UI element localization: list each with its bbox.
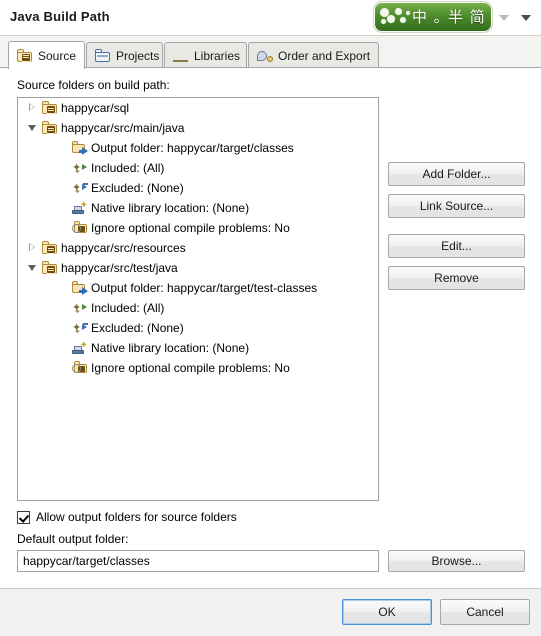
tree-row-label: Native library location: (None) — [91, 201, 250, 215]
tree-row[interactable]: ✦ ✦ Excluded: (None) — [18, 318, 378, 338]
output-folder-icon — [72, 280, 88, 296]
page-title: Java Build Path — [10, 9, 110, 24]
tree-row[interactable]: Output folder: happycar/target/classes — [18, 138, 378, 158]
chevron-down-icon-right[interactable] — [521, 15, 531, 21]
tree-row[interactable]: ✦ ✦ Excluded: (None) — [18, 178, 378, 198]
tree-row[interactable]: ✦ Native library location: (None) — [18, 198, 378, 218]
included-icon: ✦ ✦ — [72, 300, 88, 316]
tab-projects[interactable]: Projects — [86, 42, 163, 69]
chevron-down-icon-left[interactable] — [499, 15, 509, 21]
tree-row[interactable]: happycar/src/test/java — [18, 258, 378, 278]
tree-row-label: Output folder: happycar/target/classes — [91, 141, 294, 155]
tree-row-label: happycar/src/test/java — [61, 261, 178, 275]
tab-order-and-export-label: Order and Export — [278, 49, 371, 63]
tree-row-label: Ignore optional compile problems: No — [91, 361, 290, 375]
tab-libraries[interactable]: Libraries — [164, 42, 247, 69]
order-export-icon — [257, 49, 273, 63]
tab-libraries-label: Libraries — [194, 49, 241, 63]
link-source-button[interactable]: Link Source... — [388, 194, 525, 218]
tree-row[interactable]: ✦ ✦ Included: (All) — [18, 158, 378, 178]
included-icon: ✦ ✦ — [72, 160, 88, 176]
default-output-folder-label: Default output folder: — [17, 532, 129, 546]
allow-output-folders-checkbox[interactable] — [17, 510, 30, 524]
default-output-folder-input[interactable]: happycar/target/classes — [17, 550, 379, 572]
tree-row[interactable]: ✦ Native library location: (None) — [18, 338, 378, 358]
dialog-footer: OK Cancel — [0, 588, 541, 636]
cancel-button[interactable]: Cancel — [440, 599, 530, 625]
excluded-icon: ✦ ✦ — [72, 180, 88, 196]
native-library-icon: ✦ — [72, 340, 88, 356]
tab-strip: Source Projects Libraries Order and Expo… — [0, 36, 541, 69]
remove-button[interactable]: Remove — [388, 266, 525, 290]
source-folders-label: Source folders on build path: — [17, 78, 170, 92]
tree-row-label: happycar/src/main/java — [61, 121, 185, 135]
expand-arrow-icon[interactable] — [28, 103, 38, 113]
tree-row-label: Excluded: (None) — [91, 181, 184, 195]
flower-decoration-icon — [378, 5, 412, 29]
tree-row[interactable]: Ignore optional compile problems: No — [18, 218, 378, 238]
tree-row-label: Included: (All) — [91, 301, 165, 315]
tree-row-label: Ignore optional compile problems: No — [91, 221, 290, 235]
excluded-icon: ✦ ✦ — [72, 320, 88, 336]
source-folder-icon — [17, 48, 33, 63]
library-icon — [173, 49, 189, 63]
tab-projects-label: Projects — [116, 49, 160, 63]
tree-row[interactable]: Ignore optional compile problems: No — [18, 358, 378, 378]
source-folder-icon — [42, 120, 58, 136]
source-tab-panel: Source folders on build path: happycar/s… — [0, 68, 541, 588]
allow-output-folders-row[interactable]: Allow output folders for source folders — [17, 510, 237, 524]
dialog-title-bar: Java Build Path 中 ｡ 半 简 — [0, 0, 541, 36]
tab-source-label: Source — [38, 48, 77, 63]
browse-button[interactable]: Browse... — [388, 550, 525, 572]
tree-row[interactable]: Output folder: happycar/target/test-clas… — [18, 278, 378, 298]
source-folders-tree[interactable]: happycar/sql happycar/src/main/java Output… — [17, 97, 379, 501]
ok-button[interactable]: OK — [342, 599, 432, 625]
tree-row-label: happycar/src/resources — [61, 241, 186, 255]
tree-row[interactable]: happycar/sql — [18, 98, 378, 118]
output-folder-icon — [72, 140, 88, 156]
project-icon — [95, 49, 111, 63]
expand-arrow-icon[interactable] — [28, 243, 38, 253]
tree-row[interactable]: happycar/src/main/java — [18, 118, 378, 138]
ignore-problems-icon — [72, 220, 88, 236]
tree-row-label: Included: (All) — [91, 161, 165, 175]
tree-row-label: Native library location: (None) — [91, 341, 250, 355]
tree-row-label: Output folder: happycar/target/test-clas… — [91, 281, 318, 295]
ime-status-badge[interactable]: 中 ｡ 半 简 — [373, 1, 493, 33]
tree-row-label: happycar/sql — [61, 101, 130, 115]
native-library-icon: ✦ — [72, 200, 88, 216]
collapse-arrow-icon[interactable] — [28, 263, 38, 273]
add-folder-button[interactable]: Add Folder... — [388, 162, 525, 186]
source-folder-icon — [42, 240, 58, 256]
collapse-arrow-icon[interactable] — [28, 123, 38, 133]
tree-row-label: Excluded: (None) — [91, 321, 184, 335]
tab-order-and-export[interactable]: Order and Export — [248, 42, 379, 69]
source-folder-icon — [42, 260, 58, 276]
ime-badge-label: 中 ｡ 半 简 — [412, 8, 486, 26]
allow-output-folders-label: Allow output folders for source folders — [36, 510, 237, 524]
tree-row[interactable]: happycar/src/resources — [18, 238, 378, 258]
tree-row[interactable]: ✦ ✦ Included: (All) — [18, 298, 378, 318]
tab-source[interactable]: Source — [8, 41, 85, 69]
source-folder-icon — [42, 100, 58, 116]
edit-button[interactable]: Edit... — [388, 234, 525, 258]
ignore-problems-icon — [72, 360, 88, 376]
